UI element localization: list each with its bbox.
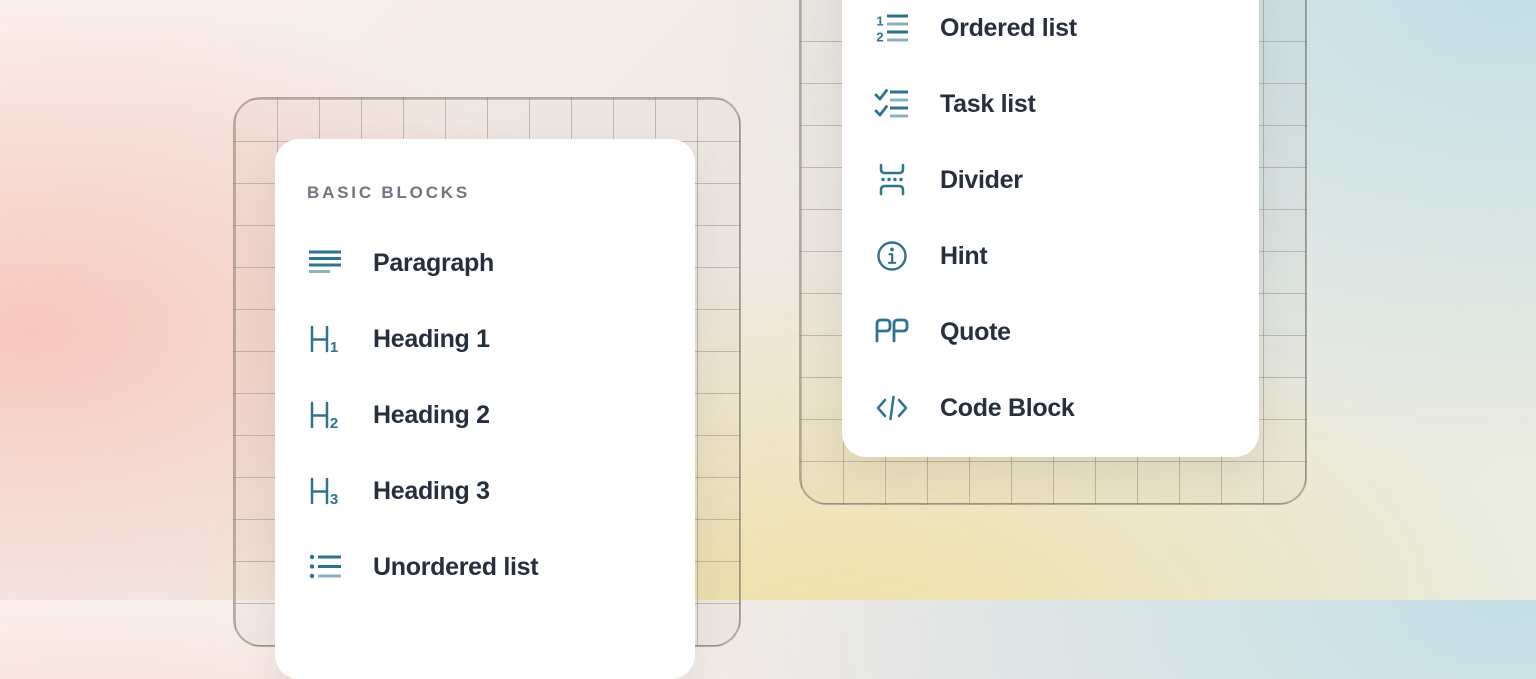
paragraph-icon bbox=[307, 245, 343, 281]
svg-text:3: 3 bbox=[330, 491, 338, 508]
unordered-list-icon bbox=[307, 549, 343, 585]
menu-item-heading-3[interactable]: 3 Heading 3 bbox=[275, 453, 695, 529]
basic-blocks-panel: BASIC BLOCKS Paragraph 1 Heading 1 2 bbox=[275, 139, 695, 679]
menu-item-code-block[interactable]: Code Block bbox=[842, 370, 1259, 446]
menu-item-paragraph[interactable]: Paragraph bbox=[275, 225, 695, 301]
menu-item-unordered-list[interactable]: Unordered list bbox=[275, 529, 695, 605]
blocks-panel-right: 1 2 Ordered list Task list bbox=[842, 0, 1259, 457]
menu-item-label: Divider bbox=[940, 166, 1023, 195]
code-block-icon bbox=[874, 390, 910, 426]
menu-item-label: Code Block bbox=[940, 394, 1075, 423]
menu-item-label: Ordered list bbox=[940, 14, 1077, 43]
svg-text:2: 2 bbox=[876, 30, 883, 45]
menu-item-label: Hint bbox=[940, 242, 987, 271]
hint-icon bbox=[874, 238, 910, 274]
menu-item-label: Quote bbox=[940, 318, 1011, 347]
quote-icon bbox=[874, 314, 910, 350]
menu-item-hint[interactable]: Hint bbox=[842, 218, 1259, 294]
menu-item-task-list[interactable]: Task list bbox=[842, 66, 1259, 142]
menu-item-divider[interactable]: Divider bbox=[842, 142, 1259, 218]
heading-3-icon: 3 bbox=[307, 473, 343, 509]
menu-item-label: Heading 3 bbox=[373, 477, 490, 506]
menu-item-label: Unordered list bbox=[373, 553, 538, 582]
divider-icon bbox=[874, 162, 910, 198]
task-list-icon bbox=[874, 86, 910, 122]
heading-2-icon: 2 bbox=[307, 397, 343, 433]
ordered-list-icon: 1 2 bbox=[874, 10, 910, 46]
menu-item-label: Task list bbox=[940, 90, 1036, 119]
svg-text:2: 2 bbox=[330, 415, 338, 432]
menu-item-label: Heading 2 bbox=[373, 401, 490, 430]
svg-text:1: 1 bbox=[330, 339, 338, 356]
menu-item-ordered-list[interactable]: 1 2 Ordered list bbox=[842, 0, 1259, 66]
menu-item-label: Heading 1 bbox=[373, 325, 490, 354]
heading-1-icon: 1 bbox=[307, 321, 343, 357]
section-label-basic-blocks: BASIC BLOCKS bbox=[307, 175, 663, 211]
menu-item-quote[interactable]: Quote bbox=[842, 294, 1259, 370]
menu-item-heading-2[interactable]: 2 Heading 2 bbox=[275, 377, 695, 453]
svg-text:1: 1 bbox=[876, 14, 883, 29]
menu-item-heading-1[interactable]: 1 Heading 1 bbox=[275, 301, 695, 377]
menu-item-label: Paragraph bbox=[373, 249, 494, 278]
